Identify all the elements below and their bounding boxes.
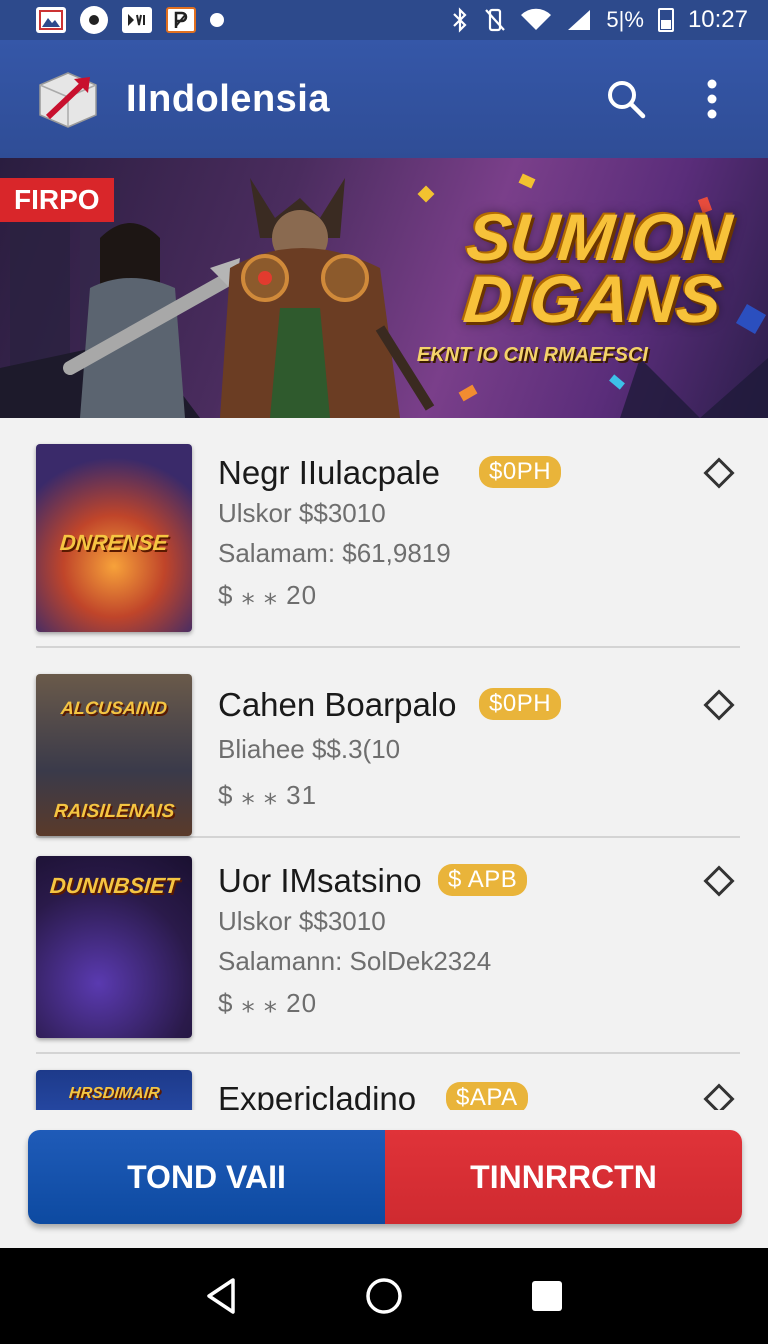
- gallery-icon: [36, 7, 66, 33]
- item-rating: $ ⁎ ⁎ 20: [218, 580, 318, 610]
- battery-icon: [657, 8, 674, 32]
- game-thumbnail: ALCUSAIND RAISILENAIS: [36, 674, 192, 836]
- item-detail-line: Salamann: SolDek2324: [218, 946, 492, 976]
- status-bar-left: [36, 6, 224, 34]
- parking-icon: [166, 7, 196, 33]
- battery-percent: 5|%: [606, 7, 644, 32]
- banner-subtitle: EKNT IO CIN RMAEFSCI: [416, 344, 648, 366]
- favorite-diamond-icon[interactable]: [703, 689, 735, 721]
- back-icon: [207, 1278, 236, 1314]
- game-thumbnail: HRSDIMAIR: [36, 1070, 192, 1110]
- price-badge: $0PH: [479, 688, 562, 720]
- thumbnail-title: DUNNBSIET: [48, 873, 180, 898]
- more-vert-icon: [707, 79, 717, 119]
- list-item[interactable]: ALCUSAIND RAISILENAIS Cahen Boarpalo $0P…: [36, 648, 740, 838]
- item-rating: $ ⁎ ⁎ 31: [218, 780, 318, 810]
- bluetooth-icon: [453, 7, 467, 33]
- item-detail-line: Salamam: $61,9819: [218, 538, 451, 568]
- media-icon: [122, 7, 152, 33]
- item-title: Expericladino: [218, 1080, 417, 1110]
- thumbnail-subtitle: ALCUSAIND: [60, 698, 168, 718]
- banner-title-line2: DIGANS: [460, 262, 725, 336]
- item-title: Cahen Boarpalo: [218, 686, 457, 723]
- favorite-diamond-icon[interactable]: [703, 1083, 735, 1110]
- price-badge: $ APB: [438, 864, 528, 896]
- thumbnail-title: HRSDIMAIR: [67, 1085, 161, 1102]
- app-title: IIndolensia: [126, 77, 330, 120]
- nav-home-button[interactable]: [354, 1266, 414, 1326]
- price-badge: $0PH: [479, 456, 562, 488]
- notification-dot-icon: [210, 13, 224, 27]
- favorite-diamond-icon[interactable]: [703, 457, 735, 489]
- item-title: Uor IMsatsino: [218, 862, 422, 899]
- primary-action-button[interactable]: TOND VAII: [28, 1130, 385, 1224]
- promo-banner[interactable]: FIRPO SUMION DIGANS EKNT IO CIN RMAEFSCI: [0, 158, 768, 418]
- status-bar-right: 5|% 10:27: [450, 6, 748, 34]
- thumbnail-title: DNRENSE: [59, 530, 169, 555]
- home-icon: [366, 1278, 402, 1314]
- item-detail-line: Ulskor $$3010: [218, 906, 386, 936]
- action-button-group: TOND VAII TINNRRCTN: [28, 1130, 742, 1224]
- favorite-diamond-icon[interactable]: [703, 865, 735, 897]
- game-list: DNRENSE Negr IIulacpale $0PH Ulskor $$30…: [0, 418, 768, 1110]
- list-item[interactable]: DUNNBSIET Uor IMsatsino $ APB Ulskor $$3…: [36, 838, 740, 1054]
- app-bar: IIndolensia: [0, 40, 768, 158]
- item-rating: $ ⁎ ⁎ 20: [218, 988, 318, 1018]
- banner-title-line1: SUMION: [463, 200, 736, 274]
- game-thumbnail: DUNNBSIET: [36, 856, 192, 1038]
- app-logo-icon: [32, 65, 104, 133]
- signal-icon: [568, 10, 591, 30]
- nav-back-button[interactable]: [191, 1266, 251, 1326]
- nav-recents-button[interactable]: [517, 1266, 577, 1326]
- list-item[interactable]: DNRENSE Negr IIulacpale $0PH Ulskor $$30…: [36, 418, 740, 648]
- status-bar: 5|% 10:27: [0, 0, 768, 40]
- game-thumbnail: DNRENSE: [36, 444, 192, 632]
- item-detail-line: Ulskor $$3010: [218, 498, 386, 528]
- banner-tag: FIRPO: [0, 178, 114, 222]
- list-item[interactable]: HRSDIMAIR Expericladino $APA: [36, 1054, 740, 1110]
- search-icon: [608, 81, 646, 119]
- price-badge: $APA: [446, 1082, 528, 1110]
- item-detail-line: Bliahee $$.3(10: [218, 734, 401, 764]
- clock: 10:27: [687, 6, 748, 33]
- banner-title: SUMION DIGANS: [457, 200, 736, 336]
- secondary-action-button[interactable]: TINNRRCTN: [385, 1130, 742, 1224]
- wifi-icon: [521, 8, 552, 31]
- record-icon: [80, 6, 108, 34]
- recents-icon: [531, 1281, 562, 1311]
- action-bar: TOND VAII TINNRRCTN: [0, 1110, 768, 1248]
- search-button[interactable]: [600, 73, 652, 125]
- system-nav-bar: [0, 1248, 768, 1344]
- thumbnail-title: RAISILENAIS: [52, 801, 176, 822]
- vibrate-icon: [485, 8, 506, 32]
- overflow-menu-button[interactable]: [686, 73, 738, 125]
- item-title: Negr IIulacpale: [218, 454, 440, 491]
